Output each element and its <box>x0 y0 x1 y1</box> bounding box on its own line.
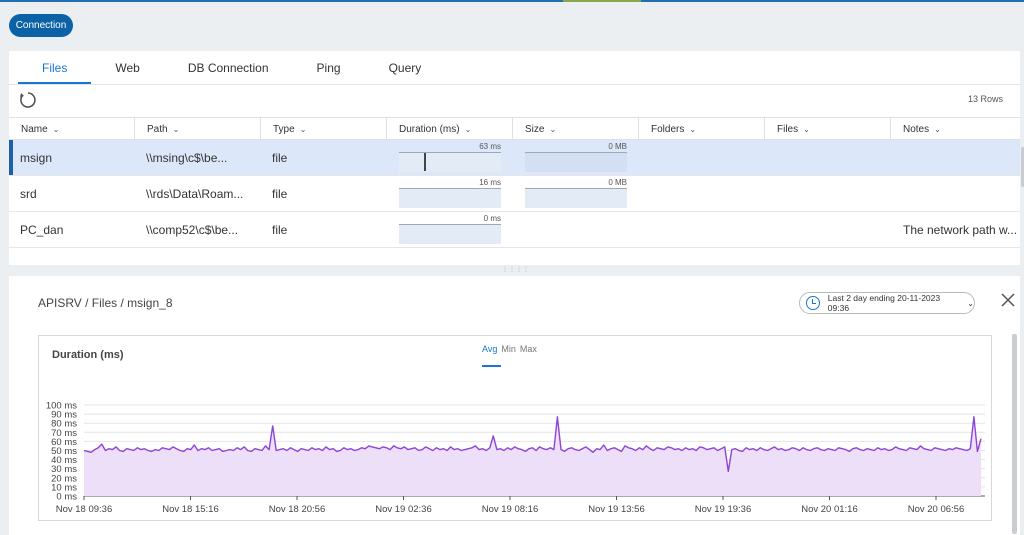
chevron-down-icon: ⌄ <box>549 124 557 134</box>
detail-panel: APISRV / Files / msign_8 Last 2 day endi… <box>9 276 1020 535</box>
x-tick-label: Nov 18 09:36 <box>56 504 113 515</box>
cell-name: PC_dan <box>20 223 64 237</box>
column-label: Files <box>777 123 799 135</box>
column-label: Path <box>147 123 168 135</box>
x-tick-label: Nov 19 19:36 <box>695 504 752 515</box>
column-label: Notes <box>903 123 930 135</box>
column-label: Name <box>21 123 48 135</box>
column-label: Duration (ms) <box>399 123 460 135</box>
detail-scrollbar[interactable] <box>1012 334 1017 534</box>
column-header-type[interactable]: Type ⌄ <box>261 118 387 140</box>
column-header-name[interactable]: Name ⌄ <box>9 118 135 140</box>
tabs-divider <box>9 84 1020 85</box>
chevron-down-icon: ⌄ <box>464 124 472 134</box>
y-tick-label: 100 ms <box>46 401 77 412</box>
date-range-selector[interactable]: Last 2 day ending 20-11-2023 09:36 ⌄ <box>799 292 975 314</box>
duration-value: 0 ms <box>483 214 501 223</box>
column-header-notes[interactable]: Notes ⌄ <box>891 118 1020 140</box>
chevron-down-icon: ⌄ <box>299 124 307 134</box>
table-row[interactable]: PC_dan \\comp52\c$\be... file 0 ms The n… <box>9 212 1020 248</box>
chevron-down-icon: ⌄ <box>172 124 180 134</box>
chevron-down-icon: ⌄ <box>689 124 697 134</box>
top-accent-line <box>0 0 1024 2</box>
chevron-down-icon: ⌄ <box>52 124 60 134</box>
x-tick-label: Nov 19 08:16 <box>482 504 539 515</box>
column-header-path[interactable]: Path ⌄ <box>135 118 261 140</box>
cell-name: srd <box>20 187 37 201</box>
files-panel: Files Web DB Connection Ping Query 13 Ro… <box>9 51 1024 265</box>
chevron-down-icon: ⌄ <box>934 124 941 134</box>
table-row[interactable]: msign \\msing\c$\be... file 63 ms 0 MB <box>9 140 1020 176</box>
cell-path: \\rds\Data\Roam... <box>146 187 244 201</box>
size-value: 0 MB <box>608 142 627 151</box>
duration-bar <box>399 224 501 244</box>
connection-button[interactable]: Connection <box>9 14 73 37</box>
table-row[interactable]: srd \\rds\Data\Roam... file 16 ms 0 MB <box>9 176 1020 212</box>
column-header-duration[interactable]: Duration (ms) ⌄ <box>387 118 513 140</box>
column-header-folders[interactable]: Folders ⌄ <box>639 118 765 140</box>
x-tick-label: Nov 18 20:56 <box>269 504 326 515</box>
column-header-files[interactable]: Files ⌄ <box>765 118 891 140</box>
tab-ping[interactable]: Ping <box>293 51 365 84</box>
table-header: Name ⌄ Path ⌄ Type ⌄ Duration (ms) ⌄ Size ⌄ F… <box>9 117 1020 140</box>
cell-path: \\msing\c$\be... <box>146 151 228 165</box>
column-label: Folders <box>651 123 685 135</box>
cell-type: file <box>272 187 288 201</box>
x-tick-label: Nov 19 02:36 <box>375 504 432 515</box>
column-label: Size <box>525 123 545 135</box>
chevron-down-icon: ⌄ <box>967 298 974 308</box>
size-bar <box>525 152 627 172</box>
duration-bar <box>399 188 501 208</box>
tab-bar: Files Web DB Connection Ping Query <box>18 51 445 84</box>
x-tick-label: Nov 20 06:56 <box>908 504 965 515</box>
cell-notes: The network path w... <box>903 223 1018 237</box>
top-accent-segment <box>563 0 641 2</box>
chart-card: Duration (ms) Avg Min Max 0 ms 10 ms 20 ms… <box>38 335 992 521</box>
column-header-size[interactable]: Size ⌄ <box>513 118 639 140</box>
tab-web[interactable]: Web <box>91 51 163 84</box>
cell-path: \\comp52\c$\be... <box>146 223 239 237</box>
close-icon[interactable] <box>1000 292 1016 308</box>
duration-marker <box>424 153 426 171</box>
breadcrumb: APISRV / Files / msign_8 <box>38 296 173 310</box>
column-label: Type <box>273 123 295 135</box>
tab-files[interactable]: Files <box>18 51 92 84</box>
duration-chart: 0 ms10 ms20 ms30 ms40 ms50 ms60 ms70 ms8… <box>46 401 985 515</box>
duration-value: 63 ms <box>479 142 501 151</box>
cell-type: file <box>272 223 288 237</box>
size-bar <box>525 188 627 208</box>
x-tick-label: Nov 19 13:56 <box>588 504 645 515</box>
size-value: 0 MB <box>608 178 627 187</box>
duration-bar <box>399 152 501 172</box>
resize-handle[interactable]: ⋮⋮⋮⋮ <box>502 266 530 273</box>
refresh-icon[interactable] <box>18 90 38 110</box>
tab-query[interactable]: Query <box>365 51 446 84</box>
date-range-label: Last 2 day ending 20-11-2023 09:36 <box>827 293 941 313</box>
x-tick-label: Nov 20 01:16 <box>801 504 858 515</box>
duration-value: 16 ms <box>479 178 501 187</box>
series-area-avg <box>84 416 981 496</box>
tab-db-connection[interactable]: DB Connection <box>164 51 293 84</box>
clock-icon <box>806 296 820 310</box>
chevron-down-icon: ⌄ <box>803 124 810 134</box>
row-count: 13 Rows <box>967 94 1003 104</box>
x-tick-label: Nov 18 15:16 <box>162 504 219 515</box>
cell-name: msign <box>20 151 53 165</box>
cell-type: file <box>272 151 288 165</box>
